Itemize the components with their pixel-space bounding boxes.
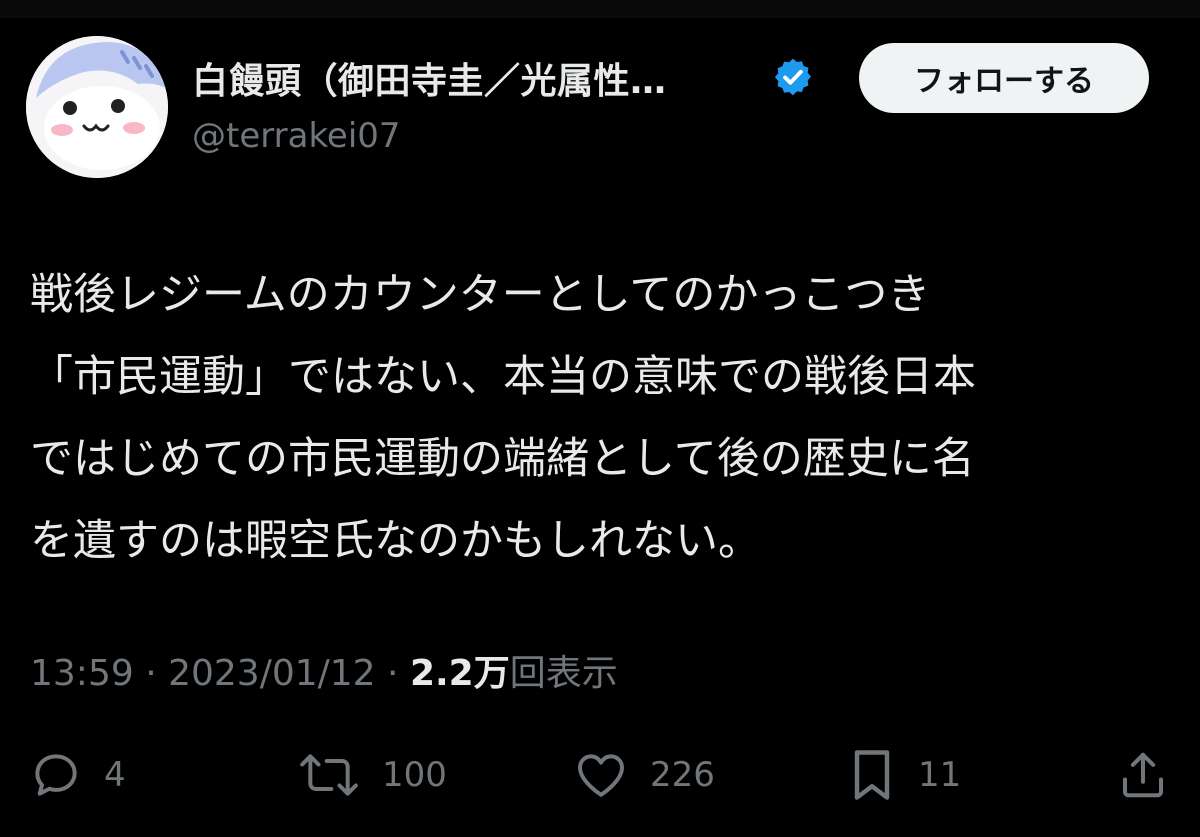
status-strip — [0, 0, 1200, 18]
action-bar: 4 100 226 11 — [0, 740, 1200, 810]
reply-count: 4 — [104, 755, 126, 795]
reply-button[interactable]: 4 — [28, 740, 126, 810]
retweet-icon — [300, 754, 358, 796]
author-handle[interactable]: @terrakei07 — [192, 116, 401, 156]
author-display-name[interactable]: 白饅頭（御田寺圭／光属性… — [192, 52, 667, 104]
heart-icon — [578, 754, 624, 797]
views-label: 回表示 — [509, 653, 618, 694]
avatar-image — [26, 36, 168, 178]
tweet-text: 戦後レジームのカウンターとしてのかっこつき 「市民運動」ではない、本当の意味での… — [30, 254, 1170, 582]
meta-separator: · — [375, 653, 410, 694]
retweet-button[interactable]: 100 — [296, 740, 447, 810]
tweet-text-line: を遺すのは暇空氏なのかもしれない。 — [30, 516, 761, 566]
avatar[interactable] — [26, 36, 168, 178]
share-icon — [1122, 752, 1164, 798]
retweet-count: 100 — [382, 755, 447, 795]
tweet-time[interactable]: 13:59 — [30, 653, 134, 694]
tweet-meta: 13:59 · 2023/01/12 · 2.2万回表示 — [30, 644, 618, 696]
bookmark-button[interactable]: 11 — [846, 740, 961, 810]
follow-button[interactable]: フォローする — [859, 43, 1149, 113]
tweet-date[interactable]: 2023/01/12 — [168, 653, 376, 694]
views-count[interactable]: 2.2万 — [410, 653, 510, 694]
share-button[interactable] — [1116, 740, 1170, 810]
verified-badge-icon — [774, 58, 812, 96]
meta-separator: · — [133, 653, 169, 694]
like-count: 226 — [650, 755, 715, 795]
tweet-text-line: ではじめての市民運動の端緒として後の歴史に名 — [30, 434, 975, 484]
tweet-text-line: 「市民運動」ではない、本当の意味での戦後日本 — [30, 352, 976, 402]
like-button[interactable]: 226 — [572, 740, 715, 810]
bookmark-count: 11 — [918, 755, 962, 795]
tweet-text-line: 戦後レジームのカウンターとしてのかっこつき — [30, 270, 931, 320]
reply-icon — [35, 754, 77, 796]
bookmark-icon — [854, 750, 890, 800]
